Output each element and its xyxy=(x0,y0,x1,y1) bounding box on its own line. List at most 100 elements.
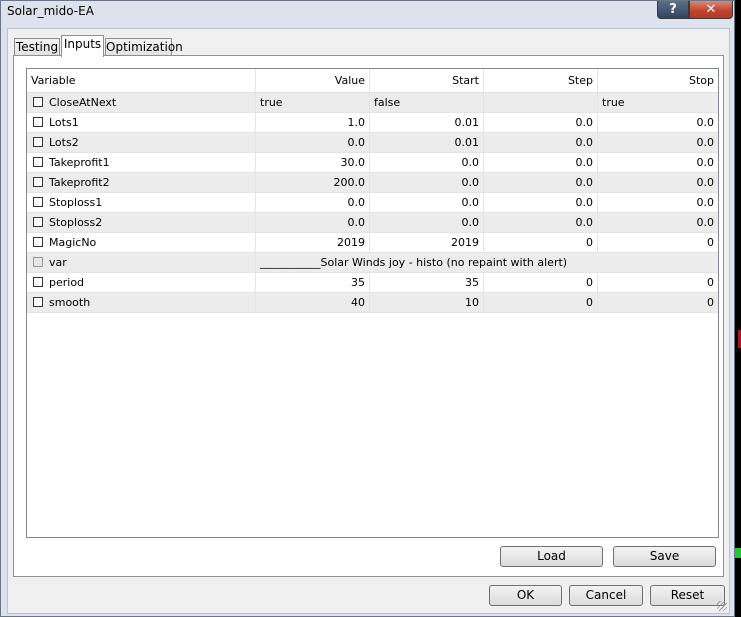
resize-grip-icon[interactable] xyxy=(717,601,727,611)
start-cell[interactable]: 10 xyxy=(370,293,484,312)
tab-inputs[interactable]: Inputs xyxy=(61,35,104,57)
optimize-checkbox[interactable] xyxy=(33,157,43,167)
inputs-panel: Variable Value Start Step Stop CloseAtNe… xyxy=(13,55,724,577)
start-cell[interactable]: 0.0 xyxy=(370,193,484,212)
table-row[interactable]: CloseAtNext true false true xyxy=(27,93,718,113)
variable-name: Takeprofit2 xyxy=(49,176,110,189)
optimize-checkbox[interactable] xyxy=(33,177,43,187)
stop-cell[interactable]: 0 xyxy=(598,293,718,312)
value-cell[interactable]: 0.0 xyxy=(256,133,370,152)
stop-cell[interactable]: true xyxy=(598,93,718,112)
start-cell[interactable]: 0.0 xyxy=(370,213,484,232)
optimize-checkbox[interactable] xyxy=(33,297,43,307)
step-cell[interactable]: 0.0 xyxy=(484,133,598,152)
variable-name: MagicNo xyxy=(49,236,97,249)
optimize-checkbox[interactable] xyxy=(33,117,43,127)
variable-cell: Takeprofit2 xyxy=(27,173,256,192)
optimize-checkbox xyxy=(33,257,43,267)
column-header-variable[interactable]: Variable xyxy=(27,69,256,92)
stop-cell[interactable]: 0 xyxy=(598,233,718,252)
load-button[interactable]: Load xyxy=(500,546,603,567)
variable-name: period xyxy=(49,276,85,289)
tab-optimization[interactable]: Optimization xyxy=(105,38,183,56)
step-cell[interactable]: 0.0 xyxy=(484,153,598,172)
table-row[interactable]: Stoploss2 0.0 0.0 0.0 0.0 xyxy=(27,213,718,233)
optimize-checkbox[interactable] xyxy=(33,277,43,287)
value-cell[interactable]: 40 xyxy=(256,293,370,312)
variable-cell: period xyxy=(27,273,256,292)
value-cell[interactable]: 35 xyxy=(256,273,370,292)
ok-button[interactable]: OK xyxy=(489,585,562,606)
column-header-step[interactable]: Step xyxy=(484,69,598,92)
table-row[interactable]: Takeprofit2 200.0 0.0 0.0 0.0 xyxy=(27,173,718,193)
step-cell[interactable] xyxy=(484,93,598,112)
table-row[interactable]: Lots1 1.0 0.01 0.0 0.0 xyxy=(27,113,718,133)
table-header: Variable Value Start Step Stop xyxy=(27,69,718,93)
start-cell[interactable]: 0.01 xyxy=(370,113,484,132)
value-cell[interactable]: 2019 xyxy=(256,233,370,252)
table-row[interactable]: Takeprofit1 30.0 0.0 0.0 0.0 xyxy=(27,153,718,173)
table-row[interactable]: Lots2 0.0 0.01 0.0 0.0 xyxy=(27,133,718,153)
stop-cell[interactable]: 0.0 xyxy=(598,193,718,212)
step-cell[interactable]: 0.0 xyxy=(484,193,598,212)
optimize-checkbox[interactable] xyxy=(33,137,43,147)
stop-cell[interactable]: 0.0 xyxy=(598,213,718,232)
variable-name: Lots1 xyxy=(49,116,79,129)
value-cell[interactable]: 0.0 xyxy=(256,213,370,232)
value-cell[interactable]: 30.0 xyxy=(256,153,370,172)
table-row[interactable]: MagicNo 2019 2019 0 0 xyxy=(27,233,718,253)
optimize-checkbox[interactable] xyxy=(33,197,43,207)
variable-cell: var xyxy=(27,253,256,272)
column-header-stop[interactable]: Stop xyxy=(598,69,718,92)
optimize-checkbox[interactable] xyxy=(33,97,43,107)
variable-cell: MagicNo xyxy=(27,233,256,252)
help-button[interactable]: ? xyxy=(657,1,689,19)
table-row[interactable]: var ___________Solar Winds joy - histo (… xyxy=(27,253,718,273)
stop-cell[interactable]: 0.0 xyxy=(598,173,718,192)
variable-cell: Stoploss1 xyxy=(27,193,256,212)
cancel-button[interactable]: Cancel xyxy=(569,585,643,606)
step-cell[interactable]: 0 xyxy=(484,233,598,252)
variable-cell: CloseAtNext xyxy=(27,93,256,112)
value-cell[interactable]: 200.0 xyxy=(256,173,370,192)
optimize-checkbox[interactable] xyxy=(33,217,43,227)
step-cell[interactable]: 0.0 xyxy=(484,213,598,232)
stop-cell[interactable]: 0 xyxy=(598,273,718,292)
step-cell[interactable]: 0.0 xyxy=(484,113,598,132)
value-cell[interactable]: 1.0 xyxy=(256,113,370,132)
start-cell[interactable]: 2019 xyxy=(370,233,484,252)
step-cell[interactable]: 0 xyxy=(484,273,598,292)
step-cell[interactable]: 0.0 xyxy=(484,173,598,192)
stop-cell[interactable]: 0.0 xyxy=(598,153,718,172)
value-cell[interactable]: 0.0 xyxy=(256,193,370,212)
start-cell[interactable]: 35 xyxy=(370,273,484,292)
step-cell[interactable]: 0 xyxy=(484,293,598,312)
tab-testing[interactable]: Testing xyxy=(14,38,60,56)
table-row[interactable]: Stoploss1 0.0 0.0 0.0 0.0 xyxy=(27,193,718,213)
variable-cell: Lots1 xyxy=(27,113,256,132)
expert-properties-dialog: Solar_mido-EA ? ✕ Testing Inputs Optimiz… xyxy=(0,0,735,617)
stop-cell[interactable]: 0.0 xyxy=(598,113,718,132)
table-row[interactable]: smooth 40 10 0 0 xyxy=(27,293,718,313)
title-bar[interactable]: Solar_mido-EA ? ✕ xyxy=(1,1,736,23)
start-cell[interactable]: 0.0 xyxy=(370,153,484,172)
reset-button[interactable]: Reset xyxy=(650,585,725,606)
start-cell[interactable]: 0.01 xyxy=(370,133,484,152)
value-cell[interactable]: ___________Solar Winds joy - histo (no r… xyxy=(256,253,718,272)
variable-name: smooth xyxy=(49,296,91,309)
optimize-checkbox[interactable] xyxy=(33,237,43,247)
start-cell[interactable]: false xyxy=(370,93,484,112)
table-row[interactable]: period 35 35 0 0 xyxy=(27,273,718,293)
value-cell[interactable]: true xyxy=(256,93,370,112)
column-header-value[interactable]: Value xyxy=(256,69,370,92)
variable-name: var xyxy=(49,256,67,269)
stop-cell[interactable]: 0.0 xyxy=(598,133,718,152)
variable-cell: Stoploss2 xyxy=(27,213,256,232)
variable-cell: Lots2 xyxy=(27,133,256,152)
close-button[interactable]: ✕ xyxy=(689,1,733,19)
column-header-start[interactable]: Start xyxy=(370,69,484,92)
variable-name: CloseAtNext xyxy=(49,96,117,109)
variable-name: Lots2 xyxy=(49,136,79,149)
save-button[interactable]: Save xyxy=(613,546,716,567)
start-cell[interactable]: 0.0 xyxy=(370,173,484,192)
